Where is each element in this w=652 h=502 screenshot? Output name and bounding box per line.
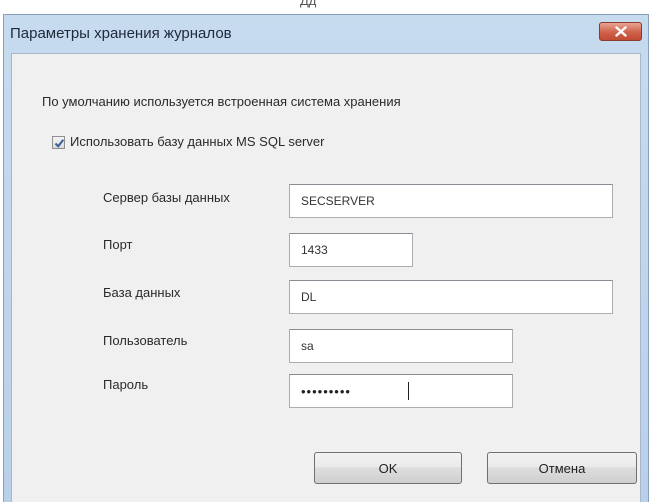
background-app-strip: Дд — [0, 0, 652, 14]
ok-button[interactable]: OK — [314, 452, 462, 484]
server-input[interactable] — [289, 184, 613, 218]
background-partial-text: Дд — [300, 0, 317, 8]
default-storage-info: По умолчанию используется встроенная сис… — [42, 94, 401, 109]
dialog-title: Параметры хранения журналов — [10, 25, 232, 42]
close-button[interactable] — [599, 22, 642, 41]
title-bar[interactable]: Параметры хранения журналов — [4, 15, 648, 53]
database-label: База данных — [103, 285, 181, 300]
use-mssql-label[interactable]: Использовать базу данных MS SQL server — [70, 134, 324, 149]
port-input[interactable] — [289, 233, 413, 267]
port-label: Порт — [103, 237, 133, 252]
database-input[interactable] — [289, 280, 613, 314]
checkmark-icon — [54, 139, 65, 148]
password-label: Пароль — [103, 377, 149, 392]
close-icon — [614, 26, 627, 37]
cancel-button[interactable]: Отмена — [487, 452, 637, 484]
use-mssql-checkbox[interactable] — [52, 136, 65, 149]
dialog-content — [11, 53, 641, 502]
user-input[interactable] — [289, 329, 513, 363]
password-input[interactable] — [289, 374, 513, 408]
server-label: Сервер базы данных — [103, 190, 230, 205]
user-label: Пользователь — [103, 333, 188, 348]
text-caret — [408, 382, 409, 400]
